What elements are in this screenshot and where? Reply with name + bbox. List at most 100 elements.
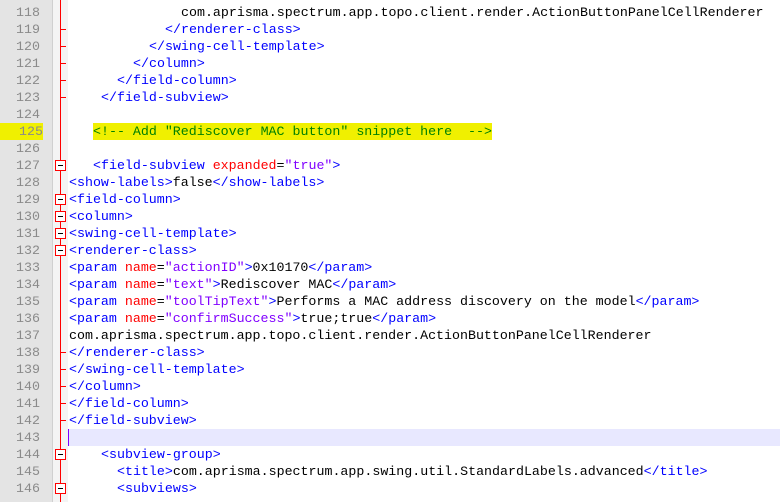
code-token: </param> [635,294,700,309]
code-text: com.aprisma.spectrum.app.topo.client.ren… [69,327,652,344]
code-line[interactable]: 134 <param name="text">Rediscover MAC</pa… [0,276,780,293]
fold-end-marker [61,80,66,81]
code-token: > [212,277,221,292]
code-text: </renderer-class> [165,21,301,38]
code-line[interactable]: 138 </renderer-class> [0,344,780,361]
line-number: 140 [16,379,40,394]
code-text: </column> [69,378,141,395]
code-line[interactable]: 137 com.aprisma.spectrum.app.topo.client.… [0,327,780,344]
code-text: <param name="actionID">0x10170</param> [69,259,372,276]
line-number: 134 [16,277,40,292]
code-token: <!-- Add "Rediscover MAC button" snippet… [93,124,492,139]
code-token: </column> [133,56,205,71]
code-line[interactable]: 146 <subviews> [0,480,780,497]
code-line[interactable]: 145 <title>com.aprisma.spectrum.app.swing… [0,463,780,480]
line-number: 136 [16,311,40,326]
fold-end-marker [61,369,66,370]
code-text: <swing-cell-template> [69,225,237,242]
code-token: </swing-cell-template> [149,39,325,54]
code-token: <param [69,294,125,309]
code-text: </field-column> [117,72,237,89]
line-number: 131 [16,226,40,241]
fold-collapse-icon[interactable] [55,211,66,222]
code-token: </title> [643,464,708,479]
code-line[interactable]: 121 </column> [0,55,780,72]
code-text: </field-subview> [101,89,229,106]
code-token: </field-column> [69,396,189,411]
code-line[interactable]: 132 <renderer-class> [0,242,780,259]
code-token: false [172,175,213,190]
code-token: 0x10170 [252,260,309,275]
code-line[interactable]: 135 <param name="toolTipText">Performs a … [0,293,780,310]
code-line[interactable]: 129 <field-column> [0,191,780,208]
code-line[interactable]: 144 <subview-group> [0,446,780,463]
line-number: 126 [16,141,40,156]
fold-end-marker [61,46,66,47]
code-line[interactable]: 141 </field-column> [0,395,780,412]
code-line[interactable]: 125 <!-- Add "Rediscover MAC button" snip… [0,123,780,140]
fold-end-marker [61,352,66,353]
code-text: <param name="toolTipText">Performs a MAC… [69,293,699,310]
line-number: 138 [16,345,40,360]
line-number: 127 [16,158,40,173]
code-line[interactable]: 123 </field-subview> [0,89,780,106]
code-line[interactable]: 120 </swing-cell-template> [0,38,780,55]
code-line[interactable]: 118 com.aprisma.spectrum.app.topo.client.… [0,4,780,21]
code-line[interactable]: 143 [0,429,780,446]
code-text: <show-labels>false</show-labels> [69,174,324,191]
code-line[interactable]: 140 </column> [0,378,780,395]
code-line[interactable]: 128 <show-labels>false</show-labels> [0,174,780,191]
code-line[interactable]: 130 <column> [0,208,780,225]
fold-collapse-icon[interactable] [55,228,66,239]
line-number: 139 [16,362,40,377]
code-line[interactable]: 131 <swing-cell-template> [0,225,780,242]
code-token: <column> [69,209,133,224]
code-text: </field-column> [69,395,189,412]
line-number: 142 [16,413,40,428]
code-token: </param> [308,260,373,275]
fold-collapse-icon[interactable] [55,483,66,494]
code-text: <title>com.aprisma.spectrum.app.swing.ut… [117,463,708,480]
line-number: 124 [16,107,40,122]
line-number: 119 [16,22,40,37]
code-line[interactable]: 124 [0,106,780,123]
code-token: name [124,294,157,309]
code-token: "toolTipText" [164,294,269,309]
line-number: 137 [16,328,40,343]
line-number: 141 [16,396,40,411]
code-token: <param [69,311,125,326]
code-line[interactable]: 133 <param name="actionID">0x10170</param… [0,259,780,276]
fold-end-marker [61,29,66,30]
code-token: </show-labels> [212,175,325,190]
code-token: com.aprisma.spectrum.app.topo.client.ren… [181,5,764,20]
code-token: <title> [117,464,173,479]
fold-collapse-icon[interactable] [55,160,66,171]
fold-end-marker [61,97,66,98]
fold-end-marker [61,63,66,64]
code-token: "text" [164,277,213,292]
fold-collapse-icon[interactable] [55,194,66,205]
fold-collapse-icon[interactable] [55,245,66,256]
code-text: <subviews> [117,480,197,497]
line-number: 120 [16,39,40,54]
code-token: Performs a MAC address discovery on the … [276,294,636,309]
code-line[interactable]: 136 <param name="confirmSuccess">true;tru… [0,310,780,327]
code-line[interactable]: 126 [0,140,780,157]
code-line[interactable]: 139 </swing-cell-template> [0,361,780,378]
code-token: name [124,311,157,326]
current-line-highlight [68,429,780,446]
code-token: true;true [300,311,373,326]
fold-end-marker [61,420,66,421]
code-line[interactable]: 122 </field-column> [0,72,780,89]
code-text: com.aprisma.spectrum.app.topo.client.ren… [181,4,764,21]
code-line[interactable]: 127 <field-subview expanded="true"> [0,157,780,174]
code-line[interactable]: 142 </field-subview> [0,412,780,429]
line-number: 146 [16,481,40,496]
line-number: 121 [16,56,40,71]
fold-collapse-icon[interactable] [55,449,66,460]
code-token: > [244,260,253,275]
line-number: 130 [16,209,40,224]
code-token: </field-subview> [101,90,229,105]
code-line[interactable]: 119 </renderer-class> [0,21,780,38]
line-number: 144 [16,447,40,462]
